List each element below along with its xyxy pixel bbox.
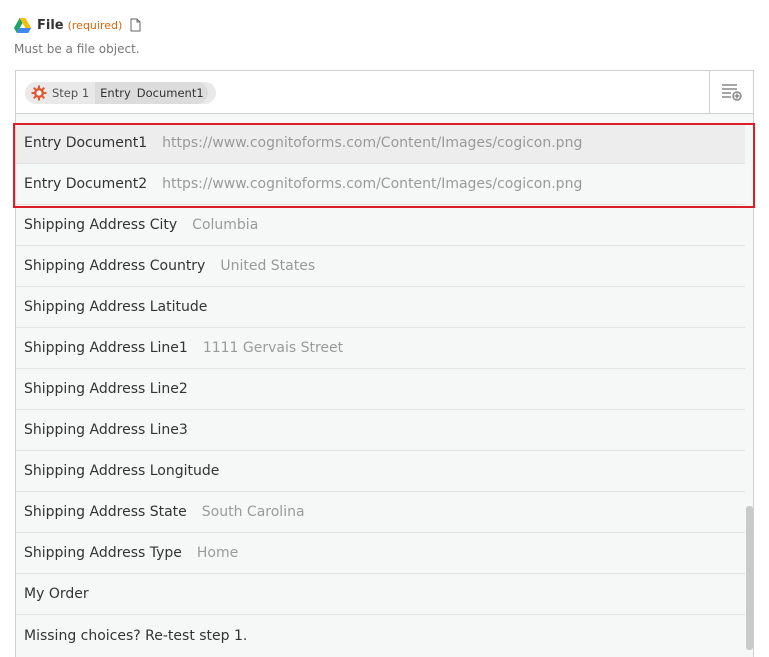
scrollbar[interactable] [746,506,753,650]
list-item[interactable]: Shipping Address Line2 [16,369,745,410]
step-label: Step 1 [52,86,90,100]
list-item[interactable]: Shipping Address Type Home [16,533,745,574]
field-help-text: Must be a file object. [14,42,140,56]
list-item[interactable]: Shipping Address City Columbia [16,205,745,246]
retest-link[interactable]: Missing choices? Re-test step 1. [16,615,745,656]
option-name: Shipping Address City [24,217,178,233]
document-icon [130,18,141,32]
selected-value-pill[interactable]: Step 1 Entry Document1 [25,82,216,104]
list-item[interactable]: My Order [16,574,745,615]
list-item[interactable]: Shipping Address Country United States [16,246,745,287]
option-name: Shipping Address Latitude [24,299,208,315]
google-drive-icon [14,17,31,33]
field-header: File (required) [14,14,141,36]
option-name: Shipping Address Line3 [24,422,188,438]
highlight-annotation-box [13,123,755,208]
option-value: Home [196,545,239,561]
list-add-icon [721,84,742,101]
selected-entry: Entry Document1 [95,82,208,104]
option-name: Shipping Address Type [24,545,182,561]
option-name: My Order [24,586,89,602]
selected-entry-part: Entry [100,86,131,100]
file-select-field[interactable]: Step 1 Entry Document1 [15,70,754,114]
option-value: United States [220,258,316,274]
selected-entry-part: Document1 [136,86,204,100]
required-label: (required) [67,18,123,32]
list-item[interactable]: Shipping Address Line3 [16,410,745,451]
cog-icon [31,85,47,101]
field-label: File [37,17,64,33]
list-item[interactable]: Shipping Address Latitude [16,287,745,328]
list-item[interactable]: Shipping Address Longitude [16,451,745,492]
option-name: Shipping Address Line2 [24,381,188,397]
list-item[interactable]: Shipping Address State South Carolina [16,492,745,533]
option-value: 1111 Gervais Street [202,340,344,356]
option-name: Shipping Address State [24,504,187,520]
option-name: Shipping Address Country [24,258,206,274]
option-value: South Carolina [201,504,305,520]
insert-data-button[interactable] [709,71,753,113]
option-name: Shipping Address Longitude [24,463,220,479]
list-item[interactable]: Shipping Address Line1 1111 Gervais Stre… [16,328,745,369]
retest-label: Missing choices? Re-test step 1. [24,627,248,644]
option-name: Shipping Address Line1 [24,340,188,356]
option-value: Columbia [192,217,259,233]
